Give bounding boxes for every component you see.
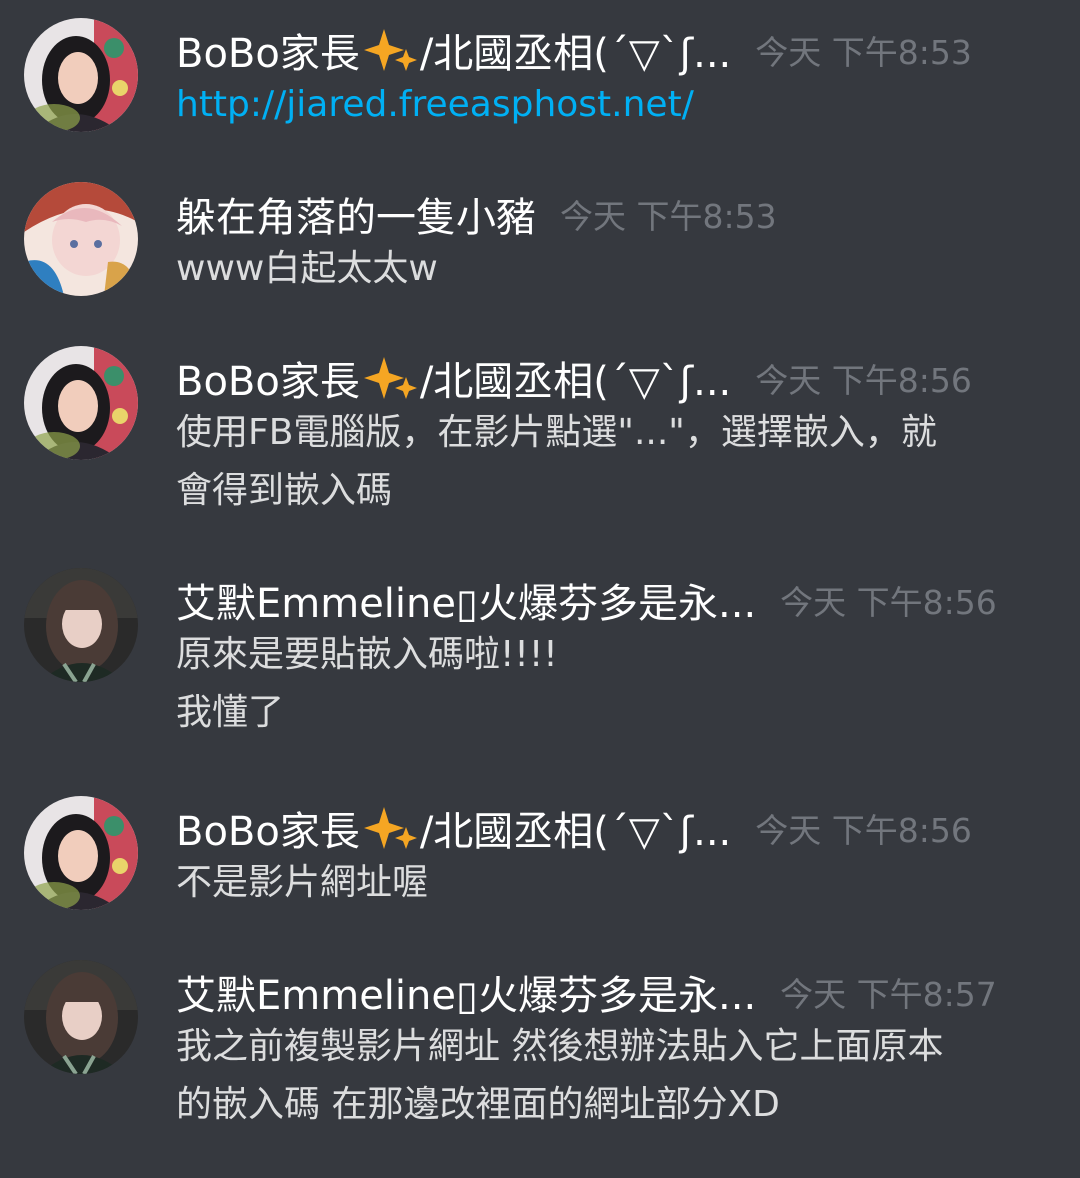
message-header: BoBo家長 /北國丞相(´▽`ʃ... 今天 下午8:53 [176,18,972,82]
woman-portrait-avatar [24,346,138,460]
author-name-part: /北國丞相(´▽`ʃ... [419,359,732,405]
message-timestamp: 今天 下午8:56 [780,583,997,622]
message-text: 不是影片網址喔 [176,862,429,903]
message-timestamp: 今天 下午8:57 [780,975,997,1014]
anime-character-avatar [24,182,138,296]
girl-photo-avatar [24,960,138,1074]
author-name-part: BoBo家長 [176,809,360,855]
message-content: www白起太太w [176,240,1056,298]
author-name[interactable]: BoBo家長 /北國丞相(´▽`ʃ... [176,349,731,407]
author-name-part: BoBo家長 [176,359,360,405]
author-name[interactable]: 艾默Emmeline▯火爆芬多是永... [176,571,756,629]
author-name[interactable]: 躲在角落的一隻小豬 [176,185,536,243]
user-avatar[interactable] [24,18,138,132]
user-avatar[interactable] [24,182,138,296]
message-text: 我懂了 [176,692,285,733]
message-header: BoBo家長 /北國丞相(´▽`ʃ... 今天 下午8:56 [176,796,972,860]
message-header: 躲在角落的一隻小豬 今天 下午8:53 [176,182,777,246]
message-timestamp: 今天 下午8:53 [755,33,972,72]
message-timestamp: 今天 下午8:56 [755,811,972,850]
sparkle-icon [362,355,418,401]
message-header: 艾默Emmeline▯火爆芬多是永... 今天 下午8:56 [176,568,997,632]
author-name-part: BoBo家長 [176,31,360,77]
user-avatar[interactable] [24,796,138,910]
message-header: BoBo家長 /北國丞相(´▽`ʃ... 今天 下午8:56 [176,346,972,410]
message-text: 我之前複製影片網址 然後想辦法貼入它上面原本 [176,1026,944,1067]
message-timestamp: 今天 下午8:53 [560,197,777,236]
author-name-part: /北國丞相(´▽`ʃ... [419,31,732,77]
message-text: www白起太太w [176,248,438,289]
message-content: 使用FB電腦版，在影片點選"..."，選擇嵌入，就 會得到嵌入碼 [176,404,1056,520]
message-content: 不是影片網址喔 [176,854,1056,912]
message-content: 我之前複製影片網址 然後想辦法貼入它上面原本 的嵌入碼 在那邊改裡面的網址部分X… [176,1018,1056,1134]
author-name[interactable]: 艾默Emmeline▯火爆芬多是永... [176,963,756,1021]
woman-portrait-avatar [24,18,138,132]
author-name[interactable]: BoBo家長 /北國丞相(´▽`ʃ... [176,21,731,79]
author-name[interactable]: BoBo家長 /北國丞相(´▽`ʃ... [176,799,731,857]
message-link[interactable]: http://jiared.freeasphost.net/ [176,76,1056,134]
message-text: 使用FB電腦版，在影片點選"..."，選擇嵌入，就 [176,412,937,453]
user-avatar[interactable] [24,960,138,1074]
girl-photo-avatar [24,568,138,682]
sparkle-icon [362,27,418,73]
user-avatar[interactable] [24,568,138,682]
message-text: 原來是要貼嵌入碼啦!!!! [176,634,558,675]
message-header: 艾默Emmeline▯火爆芬多是永... 今天 下午8:57 [176,960,997,1024]
message-text: 會得到嵌入碼 [176,470,393,511]
woman-portrait-avatar [24,796,138,910]
message-content: http://jiared.freeasphost.net/ [176,76,1056,134]
message-timestamp: 今天 下午8:56 [755,361,972,400]
sparkle-icon [362,805,418,851]
message-content: 原來是要貼嵌入碼啦!!!! 我懂了 [176,626,1056,742]
author-name-part: /北國丞相(´▽`ʃ... [419,809,732,855]
user-avatar[interactable] [24,346,138,460]
message-text: 的嵌入碼 在那邊改裡面的網址部分XD [176,1084,780,1125]
chat-message-list: BoBo家長 /北國丞相(´▽`ʃ... 今天 下午8:53 http://ji… [0,0,1080,1178]
